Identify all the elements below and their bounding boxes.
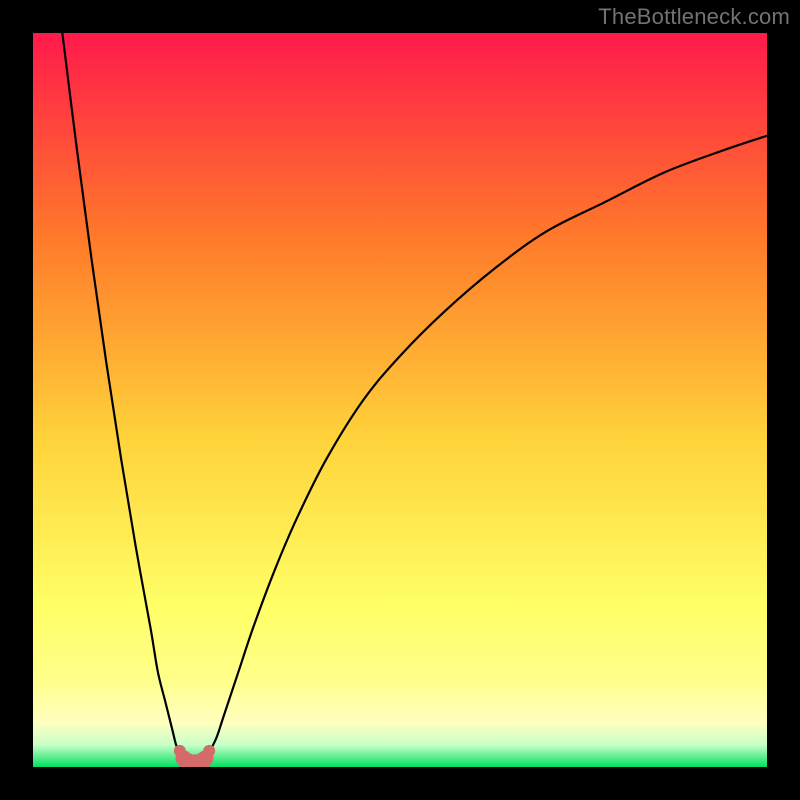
plot-area [33,33,767,767]
chart-svg [33,33,767,767]
gradient-background [33,33,767,767]
watermark-text: TheBottleneck.com [598,4,790,30]
valley-marker [203,745,215,757]
outer-frame: TheBottleneck.com [0,0,800,800]
